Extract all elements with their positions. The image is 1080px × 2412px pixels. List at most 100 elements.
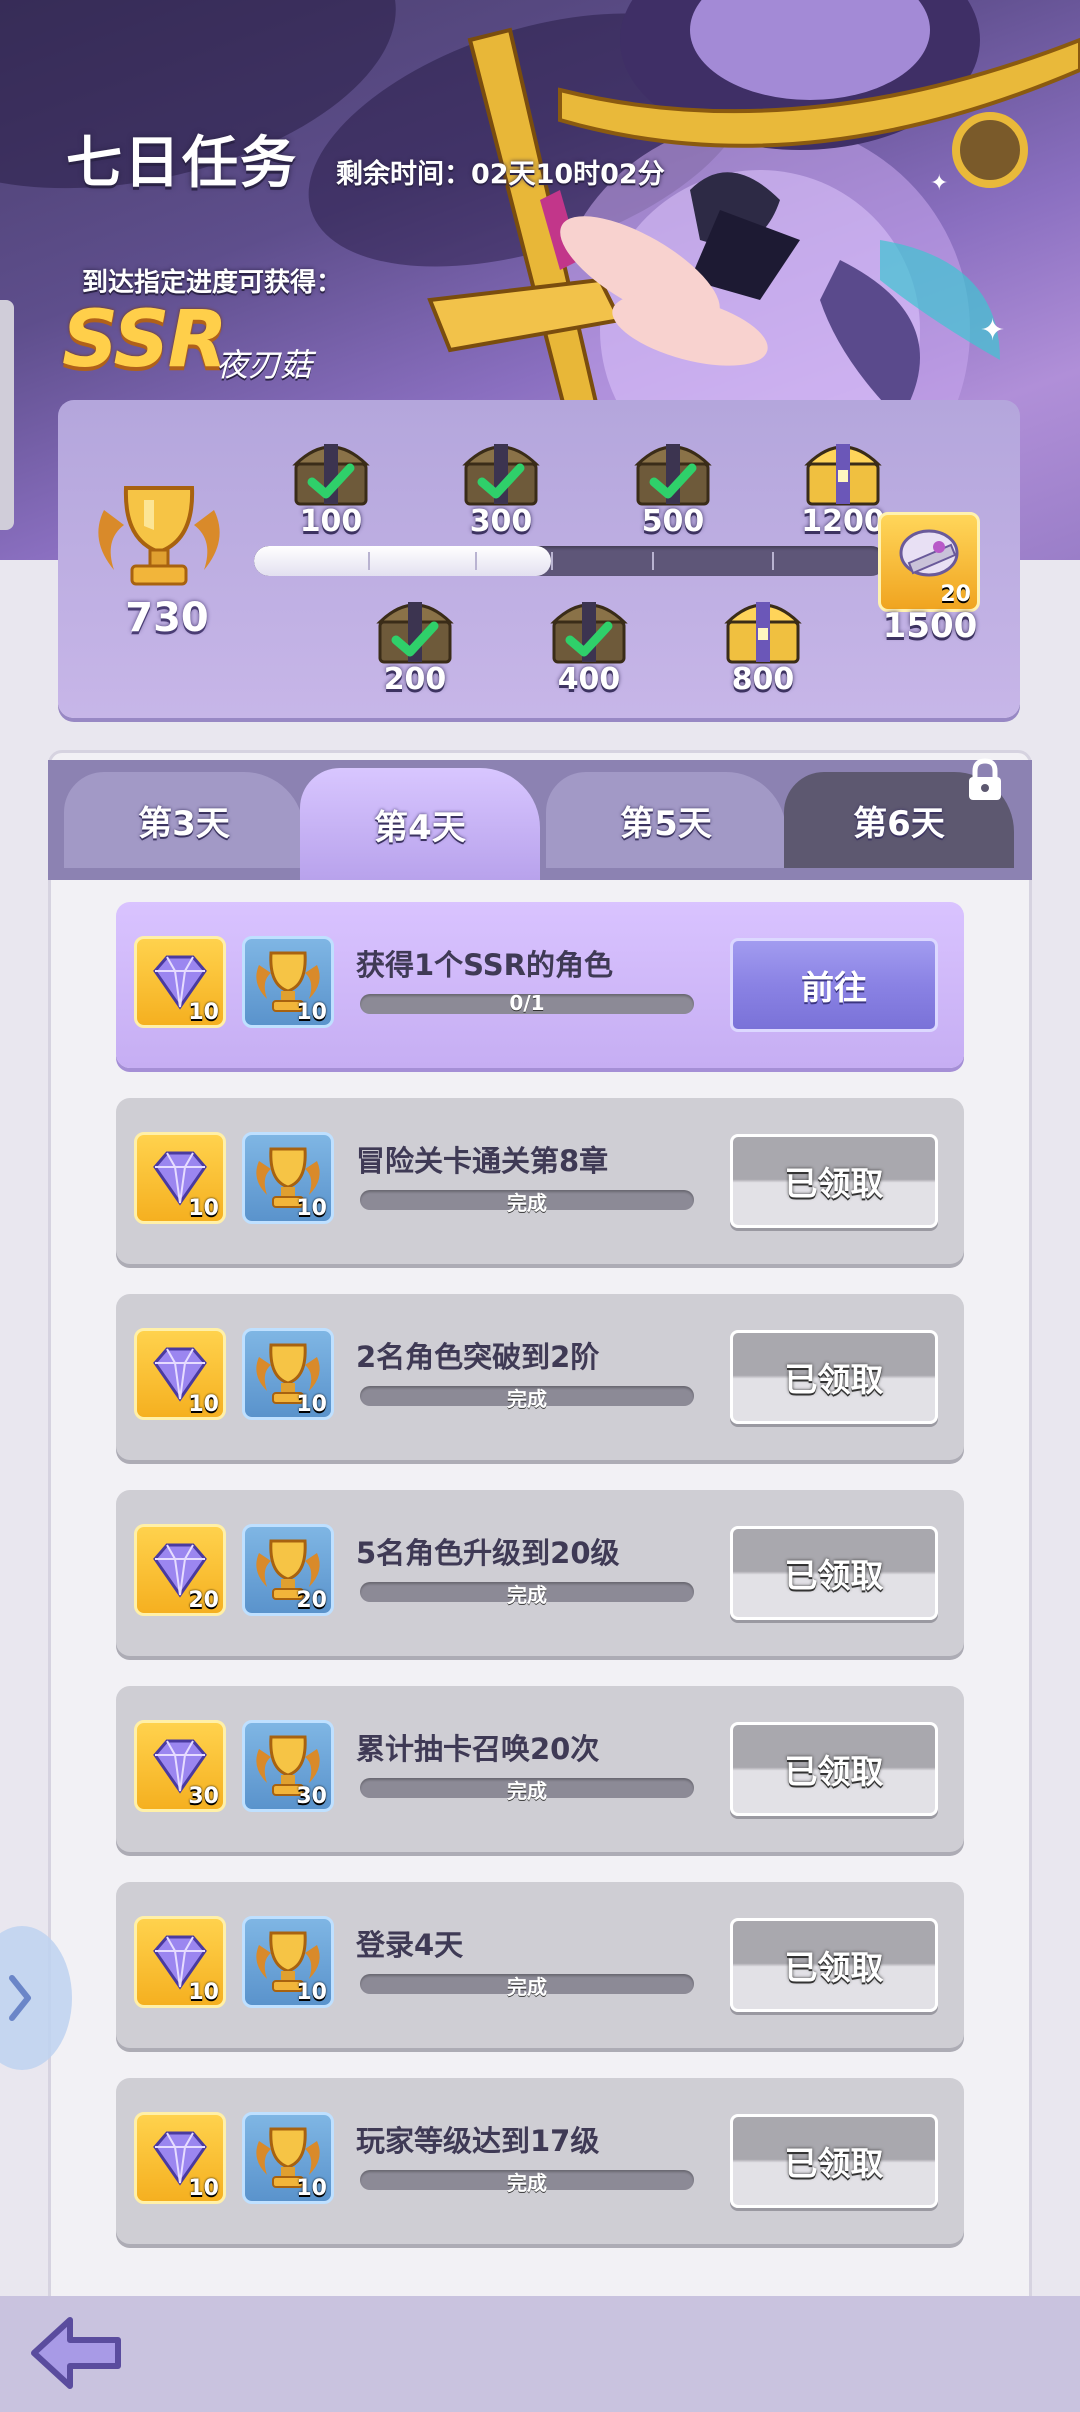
progress-tick: [772, 552, 775, 570]
trophy-reward[interactable]: 10: [242, 2112, 334, 2204]
chevron-right-icon: [9, 1975, 31, 2021]
final-reward[interactable]: 20: [878, 512, 980, 612]
tab-day-6-label: 第6天: [853, 803, 945, 844]
trophy-qty: 20: [296, 1588, 327, 1613]
task-row: 10 10 获得1个SSR的角色 0/1 前往: [116, 902, 964, 1068]
svg-text:✦: ✦: [980, 313, 1005, 348]
treasure-chest-icon[interactable]: [372, 588, 458, 668]
progress-tick: [367, 552, 370, 570]
trophy-icon: [98, 486, 220, 586]
task-progress-bar: 完成: [360, 1386, 694, 1411]
treasure-chest-icon[interactable]: [288, 430, 374, 510]
trophy-reward[interactable]: 10: [242, 1916, 334, 2008]
task-progress-bar: 完成: [360, 1582, 694, 1607]
task-progress-text: 完成: [507, 1387, 547, 1411]
trophy-reward[interactable]: 10: [242, 1132, 334, 1224]
gem-qty: 10: [188, 1000, 219, 1025]
claimed-button[interactable]: 已领取: [730, 1722, 938, 1816]
reward-hint: 到达指定进度可获得：: [82, 268, 343, 298]
gem-reward[interactable]: 10: [134, 1328, 226, 1420]
gem-qty: 20: [188, 1588, 219, 1613]
task-row: 10 10 登录4天完成 已领取: [116, 1882, 964, 2048]
treasure-chest-icon[interactable]: [546, 588, 632, 668]
tab-day-3-label: 第3天: [138, 803, 230, 844]
claimed-button[interactable]: 已领取: [730, 1526, 938, 1620]
gem-reward[interactable]: 20: [134, 1524, 226, 1616]
task-row: 20 20 5名角色升级到20级完成 已领取: [116, 1490, 964, 1656]
character-name: 夜刃菇: [216, 346, 313, 384]
task-row: 30 30 累计抽卡召唤20次 完成 已领取: [116, 1686, 964, 1852]
gem-qty: 10: [188, 1196, 219, 1221]
go-button[interactable]: 前往: [730, 938, 938, 1032]
trophy-qty: 30: [296, 1784, 327, 1809]
task-name: 玩家等级达到17级: [356, 2124, 600, 2158]
task-name: 登录4天: [356, 1928, 464, 1962]
task-progress-text: 完成: [507, 1975, 547, 1999]
rarity-badge: SSR: [62, 295, 228, 385]
gem-reward[interactable]: 30: [134, 1720, 226, 1812]
gem-reward[interactable]: 10: [134, 2112, 226, 2204]
task-progress-text: 完成: [507, 1583, 547, 1607]
gem-reward[interactable]: 10: [134, 1132, 226, 1224]
claimed-button[interactable]: 已领取: [730, 1330, 938, 1424]
treasure-chest-icon[interactable]: [720, 588, 806, 668]
task-name: 5名角色升级到20级: [356, 1536, 620, 1570]
final-milestone-label: 1500: [882, 606, 978, 646]
bottom-bar: [0, 2296, 1080, 2412]
task-progress-bar: 完成: [360, 1190, 694, 1215]
milestone-label: 100: [299, 504, 363, 539]
page-title: 七日任务: [66, 131, 298, 196]
task-name: 获得1个SSR的角色: [356, 948, 613, 982]
trophy-qty: 10: [296, 1980, 327, 2005]
claimed-button[interactable]: 已领取: [730, 2114, 938, 2208]
side-expand-button[interactable]: [0, 1926, 72, 2070]
tab-day-4-label: 第4天: [374, 807, 466, 848]
treasure-chest-icon[interactable]: [800, 430, 886, 510]
task-progress-text: 完成: [507, 2171, 547, 2195]
treasure-chest-icon[interactable]: [630, 430, 716, 510]
task-progress-bar: 完成: [360, 1974, 694, 1999]
gem-qty: 10: [188, 1980, 219, 2005]
gem-qty: 10: [188, 2176, 219, 2201]
trophy-reward[interactable]: 10: [242, 1328, 334, 1420]
milestone-label: 400: [557, 662, 621, 697]
tab-day-5[interactable]: 第5天: [546, 772, 786, 868]
treasure-chest-icon[interactable]: [458, 430, 544, 510]
task-name: 冒险关卡通关第8章: [356, 1144, 609, 1178]
trophy-reward[interactable]: 30: [242, 1720, 334, 1812]
svg-text:✦: ✦: [930, 171, 948, 196]
claimed-button[interactable]: 已领取: [730, 1918, 938, 2012]
tab-day-5-label: 第5天: [620, 803, 712, 844]
task-progress-bar: 完成: [360, 1778, 694, 1803]
trophy-qty: 10: [296, 1196, 327, 1221]
milestone-label: 800: [731, 662, 795, 697]
milestone-label: 300: [469, 504, 533, 539]
task-row: 10 10 玩家等级达到17级完成 已领取: [116, 2078, 964, 2244]
trophy-reward[interactable]: 20: [242, 1524, 334, 1616]
task-progress-text: 完成: [507, 1779, 547, 1803]
tab-day-3[interactable]: 第3天: [64, 772, 304, 868]
trophy-reward[interactable]: 10: [242, 936, 334, 1028]
task-row: 10 10 2名角色突破到2阶 完成 已领取: [116, 1294, 964, 1460]
lock-icon: [969, 758, 1001, 800]
progress-tick: [475, 552, 478, 570]
milestone-label: 500: [641, 504, 705, 539]
trophy-qty: 10: [296, 1392, 327, 1417]
back-arrow-icon[interactable]: [26, 2310, 126, 2396]
timer-value: 02天10时02分: [471, 159, 665, 190]
task-row: 10 10 冒险关卡通关第8章完成 已领取: [116, 1098, 964, 1264]
task-progress-bar: 完成: [360, 2170, 694, 2195]
final-reward-qty: 20: [940, 582, 971, 607]
timer-label: 剩余时间：: [336, 159, 471, 190]
trophy-qty: 10: [296, 2176, 327, 2201]
task-progress-text: 完成: [507, 1191, 547, 1215]
milestone-label: 200: [383, 662, 447, 697]
tab-day-4[interactable]: 第4天: [300, 768, 540, 880]
gem-reward[interactable]: 10: [134, 936, 226, 1028]
trophy-qty: 10: [296, 1000, 327, 1025]
progress-tick: [652, 552, 655, 570]
gem-reward[interactable]: 10: [134, 1916, 226, 2008]
claimed-button[interactable]: 已领取: [730, 1134, 938, 1228]
progress-fill: [254, 546, 552, 576]
countdown-timer: 剩余时间：02天10时02分: [336, 152, 665, 191]
